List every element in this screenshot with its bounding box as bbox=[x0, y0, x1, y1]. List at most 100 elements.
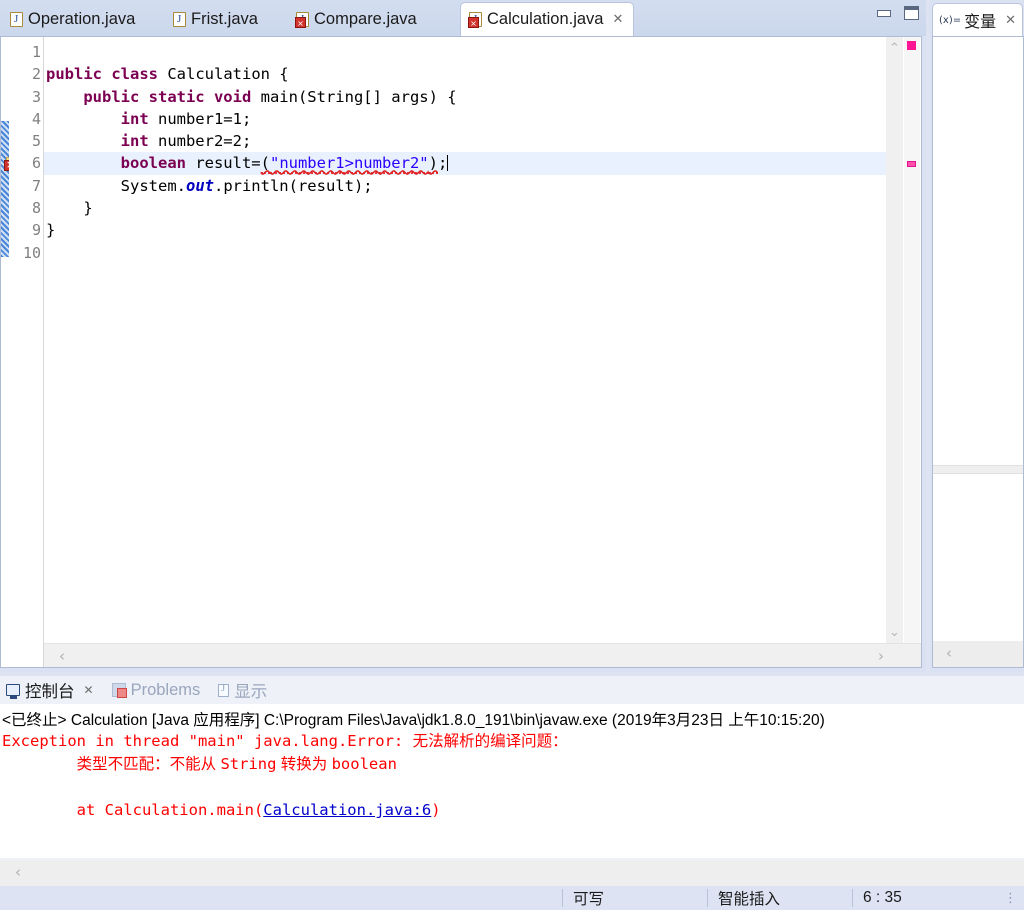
code-token: main(String[] args) { bbox=[260, 87, 457, 106]
display-view-icon bbox=[218, 683, 230, 697]
scroll-up-icon[interactable]: ⌃ bbox=[886, 39, 903, 59]
line-number: 8 bbox=[31, 199, 41, 218]
console-horizontal-scrollbar[interactable]: ‹ bbox=[0, 860, 1024, 886]
editor-part: Operation.java Frist.java × Compare.java… bbox=[0, 0, 926, 672]
variable-icon: (x)= bbox=[939, 14, 962, 26]
scroll-right-icon[interactable]: › bbox=[869, 644, 893, 668]
code-token: .println(result); bbox=[213, 176, 373, 195]
editor-tab-label: Frist.java bbox=[191, 10, 258, 28]
editor-tab-label: Operation.java bbox=[28, 10, 136, 28]
close-icon[interactable]: ✕ bbox=[1005, 13, 1016, 28]
tab-label: Problems bbox=[130, 680, 201, 699]
line-number: 10 bbox=[22, 243, 41, 262]
scroll-left-icon[interactable]: ‹ bbox=[6, 860, 30, 884]
stack-trace-link[interactable]: Calculation.java:6 bbox=[263, 801, 431, 819]
editor-tab-label: Compare.java bbox=[314, 10, 417, 28]
code-line: public class Calculation { bbox=[44, 63, 886, 85]
console-text: 类型不匹配：不能从 bbox=[76, 756, 221, 773]
code-line: boolean result=("number1>number2"); bbox=[44, 152, 886, 175]
variables-horizontal-scrollbar[interactable]: ‹ bbox=[933, 641, 1023, 667]
console-text: ) bbox=[431, 801, 441, 819]
line-number: 5 bbox=[31, 132, 41, 151]
code-token: result= bbox=[195, 154, 261, 173]
tab-display[interactable]: 显示 bbox=[216, 677, 275, 703]
status-cursor-position: 6 : 35 bbox=[863, 889, 902, 906]
java-file-icon bbox=[173, 12, 186, 27]
console-part: 控制台 ✕ Problems 显示 <已终止> Calculation [Jav… bbox=[0, 676, 1024, 886]
console-text: Exception in thread "main" java.lang.Err… bbox=[2, 732, 413, 750]
scroll-left-icon[interactable]: ‹ bbox=[937, 641, 961, 665]
minimize-icon[interactable] bbox=[876, 5, 891, 19]
editor-tab-compare[interactable]: × Compare.java bbox=[288, 3, 427, 36]
status-insert-mode: 智能插入 bbox=[718, 891, 781, 908]
tab-label: 控制台 bbox=[25, 683, 75, 701]
editor-tab-bar: Operation.java Frist.java × Compare.java… bbox=[0, 0, 926, 36]
console-output-area[interactable]: <已终止> Calculation [Java 应用程序] C:\Program… bbox=[0, 704, 1024, 858]
editor-tab-frist[interactable]: Frist.java bbox=[165, 3, 268, 36]
code-token: boolean bbox=[120, 154, 196, 173]
code-token: int bbox=[120, 132, 158, 151]
variables-detail-splitter[interactable] bbox=[933, 465, 1023, 474]
scroll-left-icon[interactable]: ‹ bbox=[50, 644, 74, 668]
code-token: number2=2; bbox=[157, 132, 252, 151]
code-token: "number1>number2" bbox=[269, 154, 429, 175]
editor-tab-operation[interactable]: Operation.java bbox=[2, 3, 145, 36]
status-resize-grip[interactable]: ⋮ bbox=[1004, 891, 1018, 906]
overview-ruler[interactable] bbox=[904, 37, 920, 645]
tab-console[interactable]: 控制台 ✕ bbox=[4, 677, 102, 703]
java-file-error-icon: × bbox=[295, 12, 309, 28]
editor-horizontal-scrollbar[interactable]: ‹ › bbox=[44, 643, 921, 667]
tab-label: 显示 bbox=[234, 683, 268, 701]
code-token: System. bbox=[46, 176, 186, 195]
console-line: at Calculation.main(Calculation.java:6) bbox=[2, 799, 1024, 822]
console-text: String bbox=[220, 755, 277, 773]
console-line: Exception in thread "main" java.lang.Err… bbox=[2, 730, 1024, 753]
console-text: boolean bbox=[331, 755, 397, 773]
variables-tab-bar: (x)= 变量 ✕ bbox=[930, 0, 1024, 36]
line-number: 6 bbox=[31, 154, 41, 173]
code-token: public static void bbox=[83, 87, 261, 106]
console-tab-bar: 控制台 ✕ Problems 显示 bbox=[0, 676, 1024, 704]
variables-view-body[interactable]: ‹ bbox=[932, 36, 1024, 668]
code-token: int bbox=[120, 109, 158, 128]
editor-vertical-scrollbar[interactable]: ⌃ ⌄ bbox=[886, 37, 903, 645]
problems-icon bbox=[111, 683, 127, 698]
code-token: public class bbox=[46, 65, 168, 84]
close-icon[interactable]: ✕ bbox=[84, 683, 94, 697]
variables-part: (x)= 变量 ✕ ‹ bbox=[930, 0, 1024, 672]
error-overview-marker[interactable] bbox=[907, 41, 916, 50]
line-number: 4 bbox=[31, 109, 41, 128]
close-icon[interactable]: ✕ bbox=[612, 12, 623, 27]
text-caret bbox=[447, 155, 449, 172]
tab-label: 变量 bbox=[964, 14, 997, 31]
java-file-error-icon: × bbox=[468, 12, 482, 28]
java-file-icon bbox=[10, 12, 23, 27]
editor-tab-calculation[interactable]: × Calculation.java ✕ bbox=[460, 2, 635, 36]
code-editor[interactable]: 1 2 3 ⊖ 4 5 6 7 8 9 10 public class Calc… bbox=[0, 36, 922, 668]
code-token: } bbox=[46, 221, 56, 240]
eclipse-window: Operation.java Frist.java × Compare.java… bbox=[0, 0, 1024, 910]
console-monitor-icon bbox=[6, 684, 20, 699]
process-description: <已终止> Calculation [Java 应用程序] C:\Program… bbox=[2, 712, 825, 729]
changed-lines-bar bbox=[1, 121, 9, 257]
source-code-text[interactable]: public class Calculation { public static… bbox=[44, 37, 886, 645]
code-line: } bbox=[44, 197, 886, 219]
code-token: Calculation { bbox=[167, 65, 289, 84]
tab-problems[interactable]: Problems bbox=[110, 677, 209, 703]
error-line-marker[interactable] bbox=[907, 161, 916, 167]
console-text: at Calculation.main( bbox=[2, 801, 264, 819]
maximize-icon[interactable] bbox=[903, 5, 919, 20]
code-token: } bbox=[46, 199, 93, 218]
console-stack-trace: Exception in thread "main" java.lang.Err… bbox=[0, 730, 1024, 822]
tab-variables[interactable]: (x)= 变量 ✕ bbox=[932, 3, 1024, 36]
console-text: 无法解析的编译问题： bbox=[412, 733, 568, 750]
code-token: ; bbox=[437, 154, 448, 173]
scroll-down-icon[interactable]: ⌄ bbox=[886, 623, 903, 643]
line-number: 1 bbox=[31, 43, 41, 61]
status-writable: 可写 bbox=[573, 891, 605, 908]
